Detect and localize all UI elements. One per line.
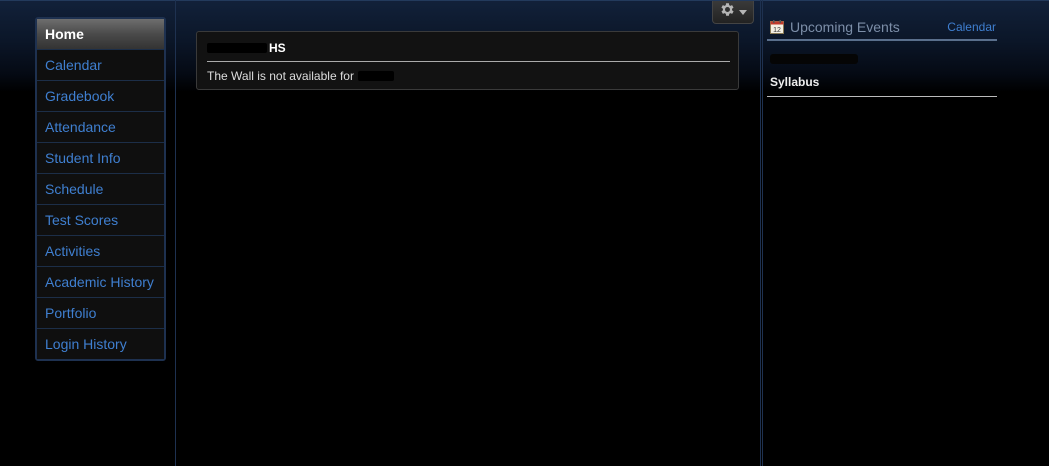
wall-panel: HS The Wall is not available for — [196, 31, 739, 90]
main-left-divider — [175, 0, 176, 466]
event-item-syllabus[interactable]: Syllabus — [770, 75, 819, 89]
right-panel-divider — [762, 0, 763, 466]
sidebar-item-attendance[interactable]: Attendance — [37, 112, 164, 143]
redacted-student-name — [357, 71, 394, 81]
sidebar-item-schedule[interactable]: Schedule — [37, 174, 164, 205]
sidebar-nav: Home Calendar Gradebook Attendance Stude… — [35, 17, 166, 361]
main-right-divider — [760, 0, 761, 466]
sidebar-item-test-scores[interactable]: Test Scores — [37, 205, 164, 236]
svg-text:12: 12 — [773, 27, 781, 34]
settings-menu-button[interactable] — [712, 1, 754, 24]
wall-school-suffix: HS — [269, 41, 286, 55]
sidebar-item-gradebook[interactable]: Gradebook — [37, 81, 164, 112]
gear-icon — [719, 1, 736, 23]
event-item-divider — [767, 96, 997, 97]
header-top-border — [0, 0, 1049, 1]
sidebar-item-login-history[interactable]: Login History — [37, 329, 164, 359]
sidebar-item-portfolio[interactable]: Portfolio — [37, 298, 164, 329]
upcoming-events-header: 12 Upcoming Events Calendar — [770, 16, 996, 38]
caret-down-icon — [739, 3, 747, 21]
calendar-icon: 12 — [770, 20, 784, 34]
sidebar-item-student-info[interactable]: Student Info — [37, 143, 164, 174]
sidebar-item-home[interactable]: Home — [37, 19, 164, 50]
wall-header: HS — [207, 41, 286, 55]
redacted-school-name — [207, 43, 267, 53]
upcoming-events-title: Upcoming Events — [790, 19, 900, 35]
sidebar-item-calendar[interactable]: Calendar — [37, 50, 164, 81]
events-header-divider — [767, 39, 997, 41]
sidebar-item-activities[interactable]: Activities — [37, 236, 164, 267]
sidebar-item-academic-history[interactable]: Academic History — [37, 267, 164, 298]
wall-message: The Wall is not available for — [207, 69, 354, 83]
events-calendar-link[interactable]: Calendar — [947, 20, 996, 34]
redacted-event-date — [770, 54, 858, 64]
wall-divider — [207, 61, 730, 62]
wall-message-line: The Wall is not available for — [207, 69, 394, 83]
